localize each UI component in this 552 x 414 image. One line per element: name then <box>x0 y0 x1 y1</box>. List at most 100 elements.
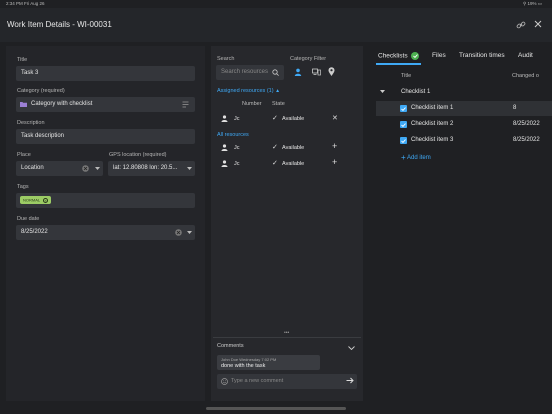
success-badge-icon <box>411 52 420 60</box>
comment-meta: John Doe Wednesday 7:02 PM <box>221 357 277 362</box>
category-label: Category (required) <box>17 88 65 94</box>
emoji-icon[interactable] <box>221 378 228 385</box>
resource-state: Available <box>282 145 305 151</box>
tags-label: Tags <box>17 184 29 190</box>
resource-name: Jc <box>234 161 240 167</box>
resize-handle[interactable]: ••• <box>284 330 289 336</box>
add-resource-icon[interactable]: + <box>332 157 337 167</box>
checklist-item-changed: 8/25/2022 <box>513 137 540 143</box>
header: Work Item Details - WI-00031 <box>0 8 552 42</box>
remove-tag-icon[interactable]: × <box>43 198 49 203</box>
search-icon[interactable] <box>272 69 279 76</box>
close-icon[interactable] <box>533 19 543 29</box>
category-filter-label: Category Filter <box>290 56 327 62</box>
plus-icon: + <box>401 153 406 162</box>
person-icon <box>221 160 228 167</box>
tag-chip: NORMAL × <box>20 196 52 204</box>
add-item-button[interactable]: + Add item <box>401 153 431 162</box>
chevron-up-icon: ▲ <box>275 88 281 94</box>
checkbox-checked[interactable] <box>400 105 407 112</box>
person-icon <box>221 144 228 151</box>
column-state: State <box>272 101 285 107</box>
device-filter-icon[interactable] <box>312 68 321 76</box>
add-item-label: Add item <box>407 155 431 162</box>
status-time: 2:34 PM Fri Aug 26 <box>6 1 45 6</box>
comment-text: done with the task <box>221 363 266 369</box>
home-indicator <box>206 407 346 410</box>
column-title: Title <box>401 73 412 79</box>
send-icon[interactable] <box>346 377 354 384</box>
description-label: Description <box>17 120 45 126</box>
resource-row[interactable]: Jc ✓ Available + <box>216 141 358 155</box>
checklist-row[interactable]: Checklist item 3 8/25/2022 <box>376 133 552 148</box>
chevron-down-icon[interactable] <box>380 90 385 93</box>
comments-label: Comments <box>217 343 244 349</box>
column-changed: Changed o <box>512 73 539 79</box>
comment-placeholder: Type a new comment <box>231 378 284 384</box>
tab-transition-times[interactable]: Transition times <box>459 52 505 59</box>
checklist-item-title: Checklist item 3 <box>411 137 454 143</box>
title-label: Title <box>17 57 28 63</box>
active-tab-indicator <box>376 63 421 65</box>
category-value: Category with checklist <box>31 101 93 107</box>
tag-label: NORMAL <box>23 197 40 203</box>
column-number: Number <box>242 101 262 107</box>
person-icon <box>221 115 228 122</box>
location-filter-icon[interactable] <box>328 67 335 76</box>
resource-name: Jc <box>234 116 240 122</box>
place-field[interactable]: Location <box>16 161 103 176</box>
assigned-resources-label: Assigned resources (1) <box>217 88 274 94</box>
checkbox-checked[interactable] <box>400 121 407 128</box>
checklist-item-title: Checklist item 1 <box>411 105 454 111</box>
checklist-item-changed: 8/25/2022 <box>513 121 540 127</box>
chevron-down-icon[interactable] <box>187 231 192 234</box>
tab-audit[interactable]: Audit <box>518 52 533 59</box>
status-indicators: ⚲ 19% ▭ <box>522 1 542 6</box>
due-date-value: 8/25/2022 <box>21 229 48 235</box>
resource-state: Available <box>282 161 305 167</box>
all-resources-label: All resources <box>217 132 249 138</box>
due-date-field[interactable]: 8/25/2022 <box>16 225 195 240</box>
resource-row[interactable]: Jc ✓ Available + <box>216 157 358 171</box>
resource-state: Available <box>282 116 305 122</box>
checklist-row[interactable]: Checklist item 2 8/25/2022 <box>376 117 552 132</box>
category-field[interactable]: Category with checklist <box>16 97 195 112</box>
title-field[interactable]: Task 3 <box>16 66 195 81</box>
divider <box>213 337 361 338</box>
tab-checklists-label: Checklists <box>378 52 408 60</box>
gps-value: lat: 12.80808 lon: 20.5... <box>113 165 178 171</box>
chevron-down-icon[interactable] <box>348 346 355 350</box>
clear-place-icon[interactable] <box>82 165 89 172</box>
clear-date-icon[interactable] <box>175 229 182 236</box>
page-title: Work Item Details - WI-00031 <box>7 20 112 29</box>
check-icon: ✓ <box>272 160 278 167</box>
chevron-down-icon[interactable] <box>187 167 192 170</box>
checkbox-checked[interactable] <box>400 137 407 144</box>
due-date-label: Due date <box>17 216 40 222</box>
comment-input[interactable]: Type a new comment <box>217 374 357 389</box>
link-icon[interactable] <box>516 20 526 30</box>
assigned-resources-toggle[interactable]: Assigned resources (1) ▲ <box>217 88 280 94</box>
checklist-item-changed: 8 <box>513 105 517 111</box>
gps-label: GPS location (required) <box>109 152 167 158</box>
status-bar: 2:34 PM Fri Aug 26 ⚲ 19% ▭ <box>0 0 552 8</box>
comment-bubble: John Doe Wednesday 7:02 PM done with the… <box>217 355 320 370</box>
place-label: Place <box>17 152 31 158</box>
tab-files[interactable]: Files <box>432 52 446 59</box>
checklist-panel <box>369 46 552 401</box>
place-value: Location <box>21 165 44 171</box>
chevron-down-icon[interactable] <box>95 167 100 170</box>
check-icon: ✓ <box>272 144 278 151</box>
remove-resource-icon[interactable]: ✕ <box>332 114 338 122</box>
list-icon[interactable] <box>182 101 189 108</box>
tab-checklists[interactable]: Checklists <box>378 52 420 60</box>
description-field[interactable]: Task description <box>16 129 195 144</box>
gps-field[interactable]: lat: 12.80808 lon: 20.5... <box>108 161 195 176</box>
add-resource-icon[interactable]: + <box>332 141 337 151</box>
checklist-row[interactable]: Checklist item 1 8 <box>376 101 552 116</box>
person-filter-icon[interactable] <box>294 68 302 76</box>
check-icon: ✓ <box>272 115 278 122</box>
resource-name: Jc <box>234 145 240 151</box>
assigned-resource-row[interactable]: Jc ✓ Available ✕ <box>216 112 358 126</box>
checklist-item-title: Checklist item 2 <box>411 121 454 127</box>
